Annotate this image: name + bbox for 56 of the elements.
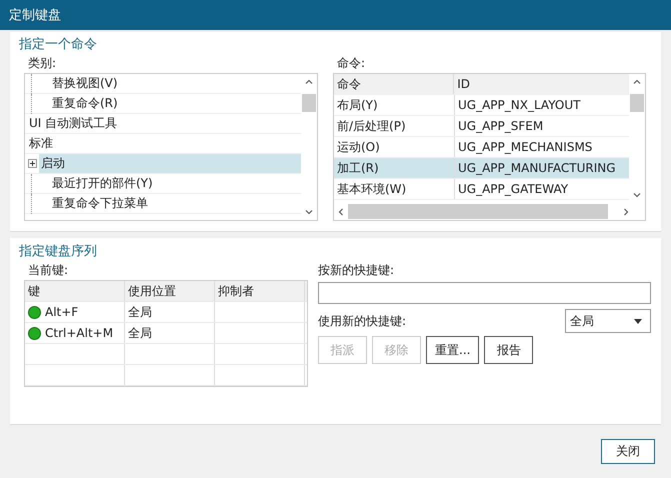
table-cell: 运动(O) [334,137,455,157]
scroll-thumb[interactable] [630,94,644,112]
tree-item[interactable]: 重复命令下拉菜单 [50,194,301,213]
caret-icon [634,318,642,324]
table-row[interactable]: 加工(R) UG_APP_MANUFACTURING [334,158,629,179]
table-cell-text: UG_APP_NX_LAYOUT [457,97,582,114]
table-cell-text: UG_APP_MANUFACTURING [457,160,617,177]
category-tree[interactable]: 替换视图(V) 重复命令(R) UI 自动测试工具 标准 启动 最近打开的部件(Y) 重复命令下拉菜单 [24,73,318,221]
column-header[interactable]: 命令 [334,74,454,94]
action-button[interactable]: 重置... [426,336,480,364]
table-cell-text: UG_APP_SFEM [457,118,544,135]
tree-item[interactable]: 启动 [39,154,301,173]
use-label: 使用新的快捷键: [318,313,406,330]
table-cell-text: UG_APP_MECHANISMS [457,139,594,156]
chevron-down-icon[interactable] [633,192,641,198]
action-button[interactable]: 报告 [484,336,534,364]
tree-item[interactable]: UI 自动测试工具 [27,114,301,133]
table-cell: 加工(R) [334,158,455,178]
scroll-thumb[interactable] [302,94,316,112]
table-cell: 基本环境(W) [334,179,455,199]
column-header[interactable]: ID [454,74,626,94]
table-cell: Ctrl+Alt+M [45,326,114,340]
chevron-up-icon[interactable] [305,79,313,85]
category-label: 类别: [27,55,58,72]
tree-item[interactable]: 替换视图(V) [50,74,301,93]
table-cell: 前/后处理(P) [334,116,455,136]
expand-icon[interactable] [28,159,37,168]
chevron-up-icon[interactable] [633,79,641,85]
section-title: 指定一个命令 [19,36,98,53]
column-header[interactable]: 使用位置 [125,281,215,301]
table-row[interactable]: 基本环境(W) UG_APP_GATEWAY [334,179,629,200]
chevron-down-icon[interactable] [305,209,313,215]
window-title: 定制键盘 [9,7,61,24]
close-button[interactable]: 关闭 [601,439,655,464]
scope-dropdown[interactable]: 全局 [565,309,651,333]
current-keys-label: 当前键: [27,262,70,279]
table-row[interactable]: 前/后处理(P) UG_APP_SFEM [334,116,629,137]
table-cell: 全局 [128,304,152,320]
tree-item[interactable]: 标准 [27,134,301,153]
chevron-right-icon[interactable] [623,208,629,216]
tree-item[interactable]: 最近打开的部件(Y) [50,174,301,193]
table-cell: 全局 [128,324,152,342]
scroll-thumb[interactable] [348,204,608,219]
chevron-left-icon[interactable] [338,208,344,216]
column-header[interactable]: 键 [25,281,125,301]
column-header[interactable]: 抑制者 [215,281,305,301]
commands-label: 命令: [336,55,366,72]
table-row[interactable]: 布局(Y) UG_APP_NX_LAYOUT [334,95,629,116]
shortcut-input-field[interactable] [318,282,651,304]
tree-item[interactable]: 重复命令(R) [50,94,301,113]
table-cell: 布局(Y) [334,95,455,115]
commands-table[interactable]: 命令 ID 布局(Y) UG_APP_NX_LAYOUT 前/后处理(P) UG_APP_SFEM 运动(O) UG_APP_MECHANISMS 加工(R) UG_APP_MANUFACTURING 基本环境(W) UG_APP_GATEWAY [333,73,646,221]
section-title: 指定键盘序列 [19,243,98,260]
new-key-label: 按新的快捷键: [318,262,396,279]
table-cell-text: UG_APP_GATEWAY [457,181,570,198]
table-cell: Alt+F [45,305,78,319]
